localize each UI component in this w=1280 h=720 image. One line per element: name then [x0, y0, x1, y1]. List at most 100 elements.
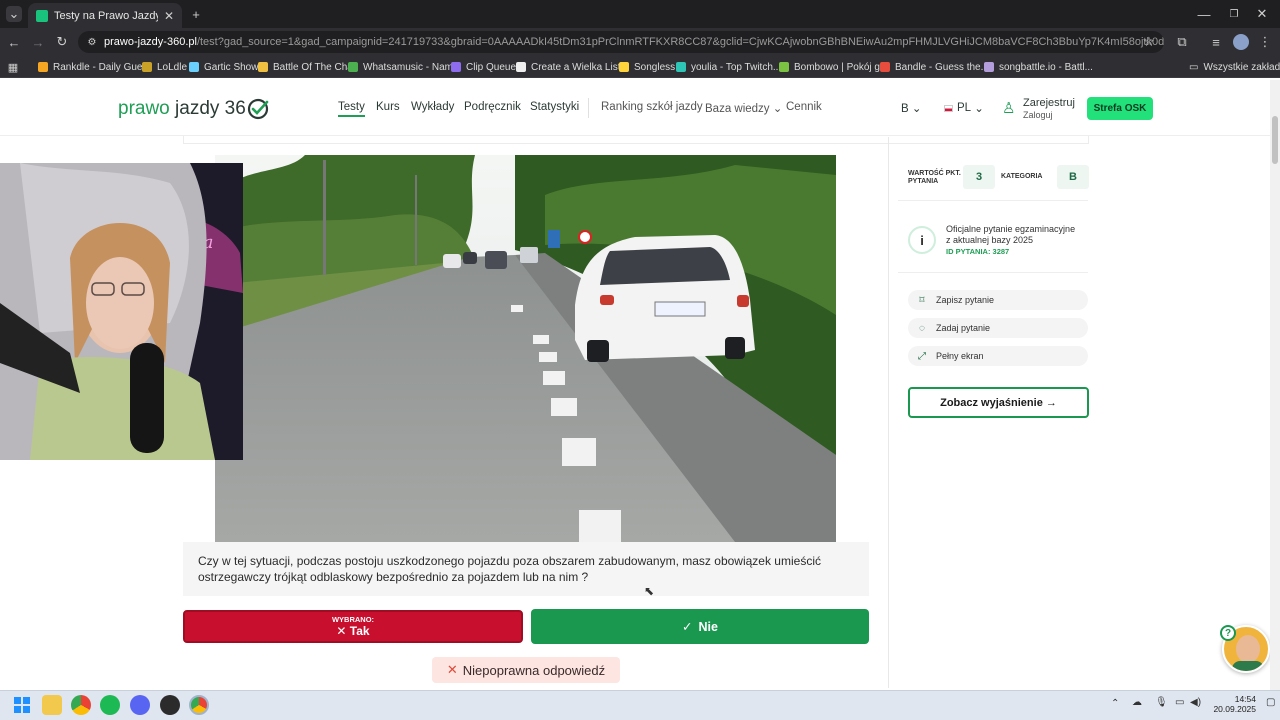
- restore-window-icon[interactable]: ❐: [1226, 6, 1242, 22]
- reload-icon[interactable]: ↻: [54, 34, 70, 50]
- forward-icon[interactable]: →: [30, 34, 46, 50]
- logo-text-green: prawo: [118, 98, 170, 119]
- nav-cennik[interactable]: Cennik: [786, 101, 822, 113]
- logo-check-icon: [247, 98, 269, 120]
- bookmark-favicon-icon: [189, 62, 199, 72]
- cross-icon: ✕: [336, 624, 347, 638]
- all-bookmarks-folder[interactable]: ▭ Wszystkie zakładki: [1189, 59, 1280, 75]
- site-info-icon[interactable]: ⚙: [86, 35, 98, 49]
- nav-ranking[interactable]: Ranking szkół jazdy: [601, 101, 703, 113]
- discord-icon[interactable]: [130, 695, 150, 715]
- close-tab-icon[interactable]: ✕: [164, 9, 174, 23]
- folder-icon: ▭: [1189, 61, 1199, 73]
- answer-no-label: Nie: [698, 619, 718, 634]
- nav-wyklady[interactable]: Wykłady: [411, 101, 454, 113]
- bookmark-star-icon[interactable]: ☆: [1141, 34, 1157, 50]
- spotify-icon[interactable]: [100, 695, 120, 715]
- category-select[interactable]: B ⌄: [901, 101, 922, 115]
- expand-icon: ⤢: [918, 350, 926, 362]
- language-select[interactable]: PL ⌄: [944, 101, 984, 115]
- answer-no-button[interactable]: ✓ Nie: [531, 609, 869, 644]
- apps-grid-icon[interactable]: ▦: [6, 59, 20, 75]
- network-icon[interactable]: ▭: [1175, 697, 1184, 708]
- content-top-border: [183, 136, 1089, 144]
- help-question-icon[interactable]: ?: [1220, 625, 1236, 641]
- bookmark-item[interactable]: Rankdle - Daily Gue...: [38, 59, 151, 75]
- save-question-button[interactable]: ⌑ Zapisz pytanie: [908, 290, 1088, 310]
- nav-statystyki[interactable]: Statystyki: [530, 101, 579, 113]
- extensions-icon[interactable]: ⧉: [1174, 34, 1190, 50]
- volume-icon[interactable]: ◀︎): [1190, 697, 1201, 708]
- bookmark-item[interactable]: Gartic Show: [189, 59, 258, 75]
- nav-kurs[interactable]: Kurs: [376, 101, 400, 113]
- bookmark-label: Gartic Show: [204, 61, 259, 73]
- cross-icon: ✕: [446, 662, 458, 677]
- check-icon: ✓: [682, 620, 693, 634]
- login-link[interactable]: Zaloguj: [1023, 110, 1053, 120]
- official-line1: Oficjalne pytanie egzaminacyjne: [946, 224, 1076, 234]
- show-explanation-button[interactable]: Zobacz wyjaśnienie →: [908, 387, 1089, 418]
- bookmark-favicon-icon: [38, 62, 48, 72]
- nav-divider: [588, 98, 589, 118]
- fullscreen-button[interactable]: ⤢ Pełny ekran: [908, 346, 1088, 366]
- nav-baza-wiedzy[interactable]: Baza wiedzy ⌄: [705, 101, 782, 115]
- bookmark-label: Whatsamusic - Nam...: [363, 61, 462, 73]
- fullscreen-label: Pełny ekran: [936, 351, 984, 361]
- site-logo[interactable]: prawo jazdy 36: [118, 98, 269, 120]
- clock-time: 14:54: [1234, 694, 1256, 704]
- bookmark-item[interactable]: Battle Of The Chat: [258, 59, 356, 75]
- minimize-window-icon[interactable]: —: [1196, 6, 1212, 22]
- nav-testy[interactable]: Testy: [338, 101, 365, 117]
- taskbar-clock[interactable]: 14:54 20.09.2025: [1206, 694, 1256, 714]
- page-scrollbar[interactable]: [1270, 80, 1280, 690]
- bookmark-label: songbattle.io - Battl...: [999, 61, 1093, 73]
- scrollbar-thumb[interactable]: [1272, 116, 1278, 164]
- sidebar-separator: [898, 272, 1088, 273]
- address-bar[interactable]: ⚙ prawo-jazdy-360.pl/test?gad_source=1&g…: [78, 31, 1164, 53]
- obs-icon[interactable]: [160, 695, 180, 715]
- bookmark-favicon-icon: [142, 62, 152, 72]
- chrome-active-icon[interactable]: [189, 695, 209, 715]
- bookmark-item[interactable]: songbattle.io - Battl...: [984, 59, 1093, 75]
- bookmark-item[interactable]: Bandle - Guess the...: [880, 59, 989, 75]
- bookmark-label: Create a Wielka List...: [531, 61, 629, 73]
- mouse-cursor-icon: ⬉: [644, 584, 655, 598]
- bookmark-label: Bombowo | Pokój g...: [794, 61, 889, 73]
- bookmark-item[interactable]: youlia - Top Twitch...: [676, 59, 781, 75]
- bookmark-label: youlia - Top Twitch...: [691, 61, 782, 73]
- tab-search-icon[interactable]: ⌄: [6, 6, 22, 22]
- nav-podrecznik[interactable]: Podręcznik: [464, 101, 521, 113]
- browser-menu-icon[interactable]: ⋮: [1257, 34, 1273, 50]
- register-link[interactable]: Zarejestruj: [1023, 97, 1075, 109]
- microphone-icon[interactable]: 🎙︎: [1155, 697, 1168, 708]
- bookmark-favicon-icon: [984, 62, 994, 72]
- browser-tab-active[interactable]: Testy na Prawo Jazdy 2025 – Da ✕: [28, 3, 182, 28]
- back-icon[interactable]: ←: [6, 34, 22, 50]
- bookmark-item[interactable]: Whatsamusic - Nam...: [348, 59, 461, 75]
- ask-question-button[interactable]: ◌ Zadaj pytanie: [908, 318, 1088, 338]
- windows-start-icon[interactable]: [12, 695, 32, 715]
- answer-yes-button[interactable]: WYBRANO: ✕ Tak: [183, 610, 523, 643]
- sidebar-divider: [888, 137, 889, 688]
- strefa-osk-button[interactable]: Strefa OSK: [1087, 97, 1153, 120]
- media-control-icon[interactable]: ≡: [1208, 34, 1224, 50]
- new-tab-icon[interactable]: +: [188, 6, 204, 22]
- notifications-icon[interactable]: ▢: [1266, 697, 1275, 708]
- profile-avatar[interactable]: [1233, 34, 1249, 50]
- bookmark-label: Rankdle - Daily Gue...: [53, 61, 151, 73]
- chrome-icon[interactable]: [71, 695, 91, 715]
- bookmark-item[interactable]: Clip Queue: [451, 59, 516, 75]
- cloud-icon[interactable]: ☁: [1132, 697, 1142, 708]
- bookmark-item[interactable]: LoLdle: [142, 59, 187, 75]
- bookmark-item[interactable]: Create a Wielka List...: [516, 59, 629, 75]
- tray-chevron-icon[interactable]: ⌃: [1111, 698, 1119, 709]
- close-window-icon[interactable]: ✕: [1254, 6, 1270, 22]
- bookmark-item[interactable]: Bombowo | Pokój g...: [779, 59, 888, 75]
- bookmark-item[interactable]: Songless: [619, 59, 675, 75]
- bookmark-favicon-icon: [619, 62, 629, 72]
- chevron-down-icon: ⌄: [772, 103, 783, 115]
- bookmark-favicon-icon: [348, 62, 358, 72]
- official-line2: z aktualnej bazy 2025: [946, 235, 1034, 245]
- file-explorer-icon[interactable]: [42, 695, 62, 715]
- ask-question-label: Zadaj pytanie: [936, 323, 991, 333]
